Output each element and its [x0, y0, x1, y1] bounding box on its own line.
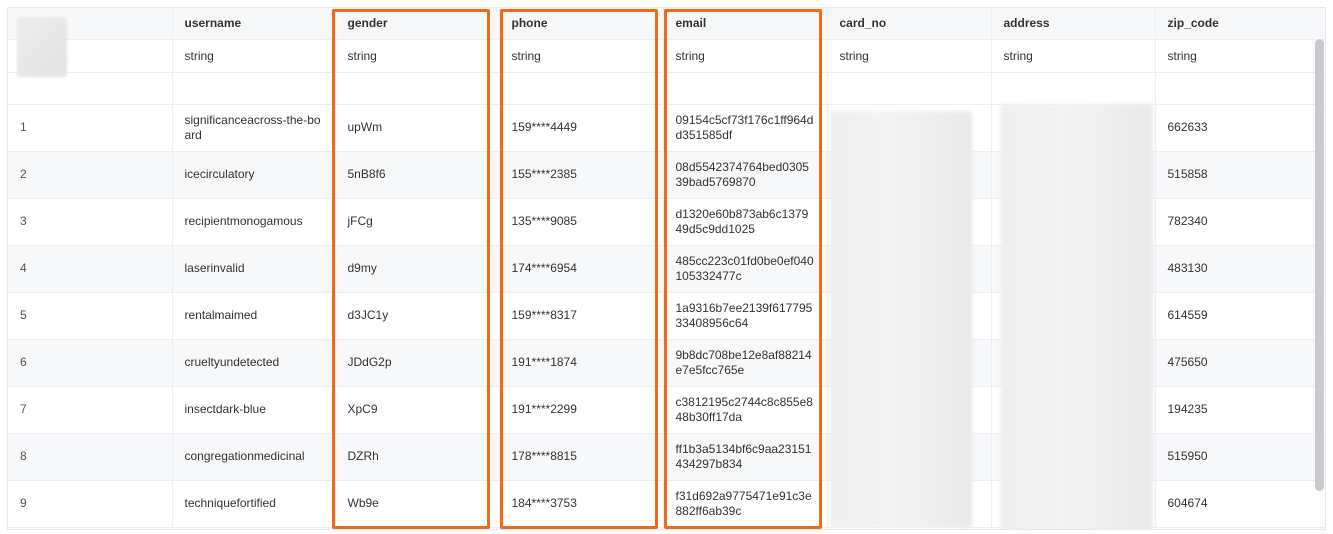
blurred-thumbnail [17, 17, 67, 77]
phone-cell: 191****2299 [499, 386, 664, 434]
username-cell: techniquefortified [172, 480, 336, 528]
column-header-email[interactable]: email [663, 8, 828, 40]
email-cell: 9b8dc708be12e8af88214e7e5fcc765e [663, 339, 828, 387]
username-cell: rentalmaimed [172, 292, 336, 340]
gender-cell: JDdG2p [335, 339, 500, 387]
gender-cell: d9my [335, 245, 500, 293]
index-cell: 9 [8, 480, 173, 528]
username-cell: icecirculatory [172, 151, 336, 199]
zip-code-cell: 662633 [1155, 104, 1325, 152]
phone-cell: 174****6954 [499, 245, 664, 293]
zip-code-cell: 475650 [1155, 339, 1325, 387]
username-cell: recipientmonogamous [172, 198, 336, 246]
zip-code-cell: 515858 [1155, 151, 1325, 199]
type-cell: string [1155, 39, 1325, 73]
type-cell: string [827, 39, 992, 73]
column-header-card-no[interactable]: card_no [827, 8, 992, 40]
email-cell: 1a9316b7ee2139f61779533408956c64 [663, 292, 828, 340]
column-header-address[interactable]: address [991, 8, 1156, 40]
redacted-address-block [1001, 104, 1153, 529]
gender-cell: 5nB8f6 [335, 151, 500, 199]
index-cell: 3 [8, 198, 173, 246]
email-cell: 485cc223c01fd0be0ef040105332477c [663, 245, 828, 293]
header-row: username gender phone email card_no addr… [8, 8, 1325, 40]
phone-cell: 184****3753 [499, 480, 664, 528]
empty-row [8, 72, 1325, 105]
email-cell: 08d5542374764bed030539bad5769870 [663, 151, 828, 199]
gender-cell: d3JC1y [335, 292, 500, 340]
phone-cell: 178****8815 [499, 433, 664, 481]
index-cell: 4 [8, 245, 173, 293]
phone-cell: 159****4449 [499, 104, 664, 152]
email-cell: d1320e60b873ab6c137949d5c9dd1025 [663, 198, 828, 246]
phone-cell: 155****2385 [499, 151, 664, 199]
data-preview-table: username gender phone email card_no addr… [7, 7, 1326, 530]
username-cell: significanceacross-the-board [172, 104, 336, 152]
email-cell: f31d692a9775471e91c3e882ff6ab39c [663, 480, 828, 528]
type-cell: string [335, 39, 500, 73]
vertical-scrollbar[interactable] [1315, 39, 1324, 491]
email-cell: c3812195c2744c8c855e848b30ff17da [663, 386, 828, 434]
column-header-username[interactable]: username [172, 8, 336, 40]
type-cell: string [663, 39, 828, 73]
zip-code-cell: 515950 [1155, 433, 1325, 481]
zip-code-cell: 604674 [1155, 480, 1325, 528]
gender-cell: jFCg [335, 198, 500, 246]
gender-cell: XpC9 [335, 386, 500, 434]
username-cell: insectdark-blue [172, 386, 336, 434]
index-cell: 2 [8, 151, 173, 199]
redacted-card-no-block [830, 111, 972, 528]
phone-cell: 191****1874 [499, 339, 664, 387]
zip-code-cell: 782340 [1155, 198, 1325, 246]
gender-cell: DZRh [335, 433, 500, 481]
column-header-phone[interactable]: phone [499, 8, 664, 40]
index-cell: 1 [8, 104, 173, 152]
zip-code-cell: 614559 [1155, 292, 1325, 340]
type-cell: string [499, 39, 664, 73]
gender-cell: upWm [335, 104, 500, 152]
email-cell: 09154c5cf73f176c1ff964dd351585df [663, 104, 828, 152]
gender-cell: Wb9e [335, 480, 500, 528]
username-cell: laserinvalid [172, 245, 336, 293]
index-cell: 6 [8, 339, 173, 387]
index-cell: 5 [8, 292, 173, 340]
type-cell: string [172, 39, 336, 73]
type-cell: string [991, 39, 1156, 73]
zip-code-cell: 194235 [1155, 386, 1325, 434]
index-cell: 7 [8, 386, 173, 434]
column-type-row: string string string string string strin… [8, 39, 1325, 73]
zip-code-cell: 483130 [1155, 245, 1325, 293]
phone-cell: 135****9085 [499, 198, 664, 246]
username-cell: crueltyundetected [172, 339, 336, 387]
column-header-gender[interactable]: gender [335, 8, 500, 40]
username-cell: congregationmedicinal [172, 433, 336, 481]
column-header-zip-code[interactable]: zip_code [1155, 8, 1325, 40]
email-cell: ff1b3a5134bf6c9aa23151434297b834 [663, 433, 828, 481]
phone-cell: 159****8317 [499, 292, 664, 340]
index-cell: 8 [8, 433, 173, 481]
